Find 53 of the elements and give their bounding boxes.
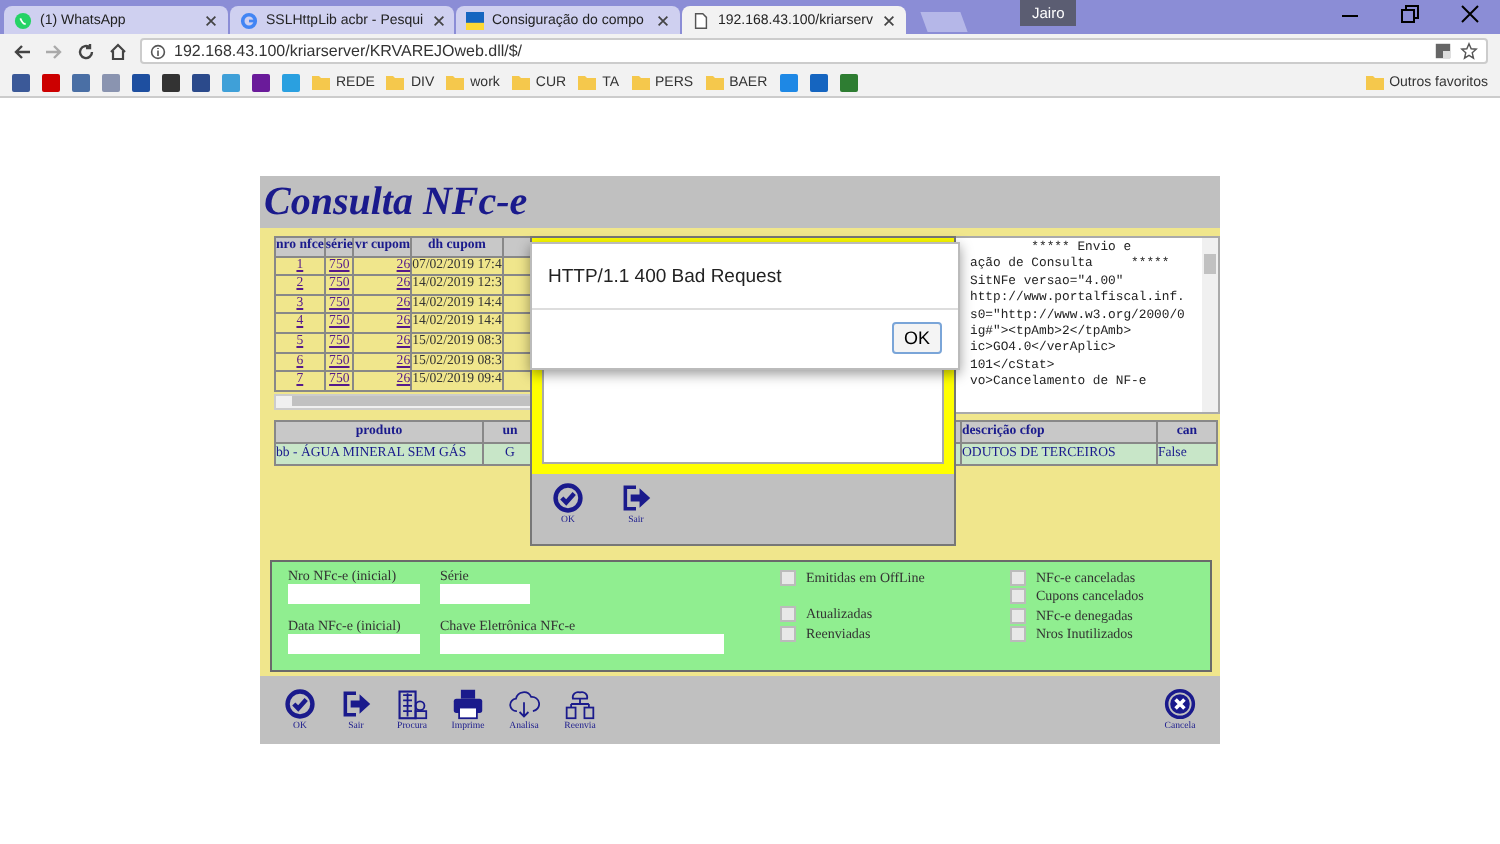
check-circle-icon	[284, 688, 316, 720]
home-icon[interactable]	[108, 41, 128, 61]
input-field[interactable]	[440, 633, 724, 653]
close-icon[interactable]	[656, 13, 670, 27]
folder-icon	[578, 74, 597, 90]
folder-icon	[446, 74, 465, 90]
bookmark-icon[interactable]	[12, 73, 30, 91]
bookmark-icon[interactable]	[132, 73, 150, 91]
input-field[interactable]	[288, 633, 420, 653]
input-field[interactable]	[288, 584, 420, 604]
checkbox[interactable]	[780, 569, 796, 586]
folder-icon	[511, 74, 530, 90]
bookmark-icon[interactable]	[192, 73, 210, 91]
checkbox[interactable]	[780, 606, 796, 623]
alert-message: HTTP/1.1 400 Bad Request	[548, 266, 782, 288]
check-circle-icon	[552, 482, 584, 514]
cancel-icon	[1164, 688, 1196, 720]
ok-button[interactable]: OK	[891, 322, 942, 354]
close-icon[interactable]	[204, 13, 218, 27]
folder-icon	[1365, 74, 1384, 90]
close-icon[interactable]	[431, 13, 446, 27]
page-icon	[692, 11, 710, 29]
printer-icon	[452, 688, 484, 720]
checkbox[interactable]	[1010, 588, 1026, 605]
exit-arrow-icon	[340, 688, 372, 720]
exit-arrow-icon	[620, 482, 652, 514]
bookmark-icon[interactable]	[252, 73, 270, 91]
star-icon[interactable]	[1460, 42, 1478, 60]
folder-icon	[312, 74, 330, 90]
address-field[interactable]: 192.168.43.100/kriarserver/KRVAREJOweb.dll/$/	[140, 38, 1488, 64]
checkbox[interactable]	[1010, 607, 1026, 624]
close-icon[interactable]	[882, 13, 896, 27]
bookmark-icon[interactable]	[162, 73, 180, 91]
folder-icon	[705, 74, 724, 90]
bookmark-icon[interactable]	[42, 73, 60, 91]
checkbox[interactable]	[1010, 569, 1026, 586]
checkbox[interactable]	[1010, 626, 1026, 643]
network-icon	[564, 688, 596, 720]
search-engine-icon	[240, 11, 258, 29]
building-icon	[396, 688, 428, 720]
folder-icon	[631, 74, 650, 90]
input-field[interactable]	[440, 584, 530, 604]
site-logo-icon	[466, 11, 484, 29]
reload-icon[interactable]	[76, 41, 96, 61]
info-icon[interactable]	[150, 43, 166, 59]
chat-icon	[14, 11, 32, 29]
page-title: Consulta NFc-e	[264, 179, 528, 225]
checkbox[interactable]	[780, 625, 796, 642]
folder-icon	[386, 74, 405, 90]
translate-icon[interactable]	[1434, 42, 1452, 60]
bookmark-icon[interactable]	[809, 73, 828, 91]
cloud-download-icon	[508, 688, 540, 720]
back-icon[interactable]	[12, 41, 32, 61]
